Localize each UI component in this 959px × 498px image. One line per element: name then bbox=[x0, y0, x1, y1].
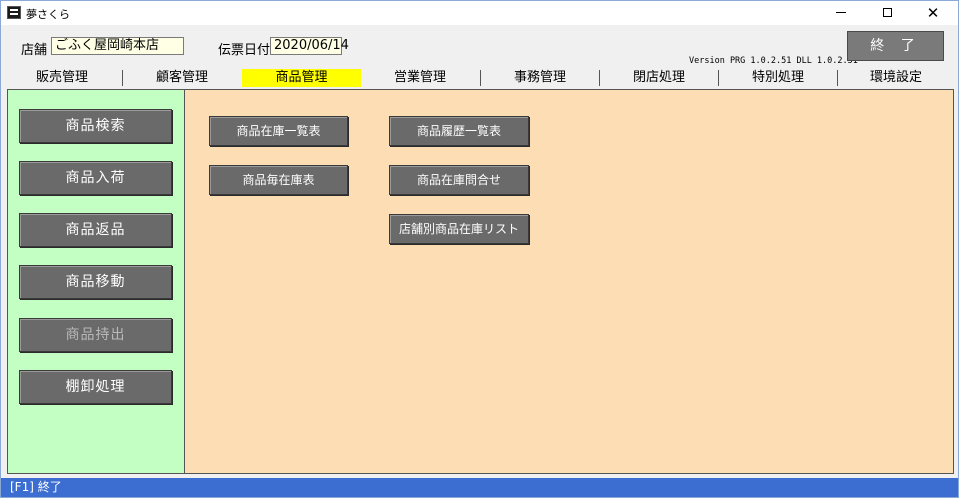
stock-list-button[interactable]: 商品在庫一覧表 bbox=[209, 116, 348, 146]
inventory-count-button[interactable]: 棚卸処理 bbox=[19, 370, 172, 404]
maximize-button[interactable] bbox=[864, 1, 910, 25]
product-takeout-button: 商品持出 bbox=[19, 318, 172, 352]
product-arrival-button[interactable]: 商品入荷 bbox=[19, 161, 172, 195]
store-stock-list-button[interactable]: 店舗別商品在庫リスト bbox=[389, 214, 529, 244]
product-transfer-button[interactable]: 商品移動 bbox=[19, 265, 172, 299]
date-label: 伝票日付 bbox=[218, 43, 271, 58]
minimize-icon bbox=[836, 12, 846, 13]
version-text: Version PRG 1.0.2.51 DLL 1.0.2.51 bbox=[689, 56, 858, 66]
store-field: ごふく屋岡崎本店 bbox=[51, 37, 184, 55]
content-panel: 商品検索 商品入荷 商品返品 商品移動 商品持出 棚卸処理 商品在庫一覧表 商品… bbox=[7, 89, 954, 474]
app-icon bbox=[7, 6, 21, 19]
maximize-icon bbox=[882, 8, 892, 17]
stock-inquiry-button[interactable]: 商品在庫問合せ bbox=[389, 165, 529, 195]
tab-office[interactable]: 事務管理 bbox=[481, 69, 599, 87]
app-window: 夢さくら ✕ 店舗 ごふく屋岡崎本店 伝票日付 2020/06/14 Versi… bbox=[0, 0, 959, 498]
product-search-button[interactable]: 商品検索 bbox=[19, 109, 172, 143]
tab-sales[interactable]: 販売管理 bbox=[3, 69, 121, 87]
status-bar: [F1] 終了 bbox=[1, 478, 958, 497]
date-field: 2020/06/14 bbox=[270, 37, 349, 55]
tab-products[interactable]: 商品管理 bbox=[242, 69, 361, 87]
minimize-button[interactable] bbox=[818, 1, 864, 25]
tab-customers[interactable]: 顧客管理 bbox=[123, 69, 241, 87]
close-icon: ✕ bbox=[926, 4, 940, 22]
tab-settings[interactable]: 環境設定 bbox=[838, 69, 954, 87]
product-history-button[interactable]: 商品履歴一覧表 bbox=[389, 116, 529, 146]
title-bar[interactable]: 夢さくら ✕ bbox=[1, 1, 958, 25]
exit-button[interactable]: 終 了 bbox=[847, 31, 944, 61]
sidebar: 商品検索 商品入荷 商品返品 商品移動 商品持出 棚卸処理 bbox=[8, 90, 185, 473]
tab-special[interactable]: 特別処理 bbox=[719, 69, 837, 87]
store-label: 店舗 bbox=[21, 43, 48, 58]
tab-bar: 販売管理 顧客管理 商品管理 営業管理 事務管理 閉店処理 特別処理 環境設定 bbox=[3, 69, 955, 87]
tab-closing[interactable]: 閉店処理 bbox=[600, 69, 718, 87]
stock-by-product-button[interactable]: 商品毎在庫表 bbox=[209, 165, 348, 195]
window-title: 夢さくら bbox=[26, 8, 70, 21]
product-return-button[interactable]: 商品返品 bbox=[19, 213, 172, 247]
close-button[interactable]: ✕ bbox=[910, 1, 956, 25]
tab-business[interactable]: 営業管理 bbox=[361, 69, 479, 87]
